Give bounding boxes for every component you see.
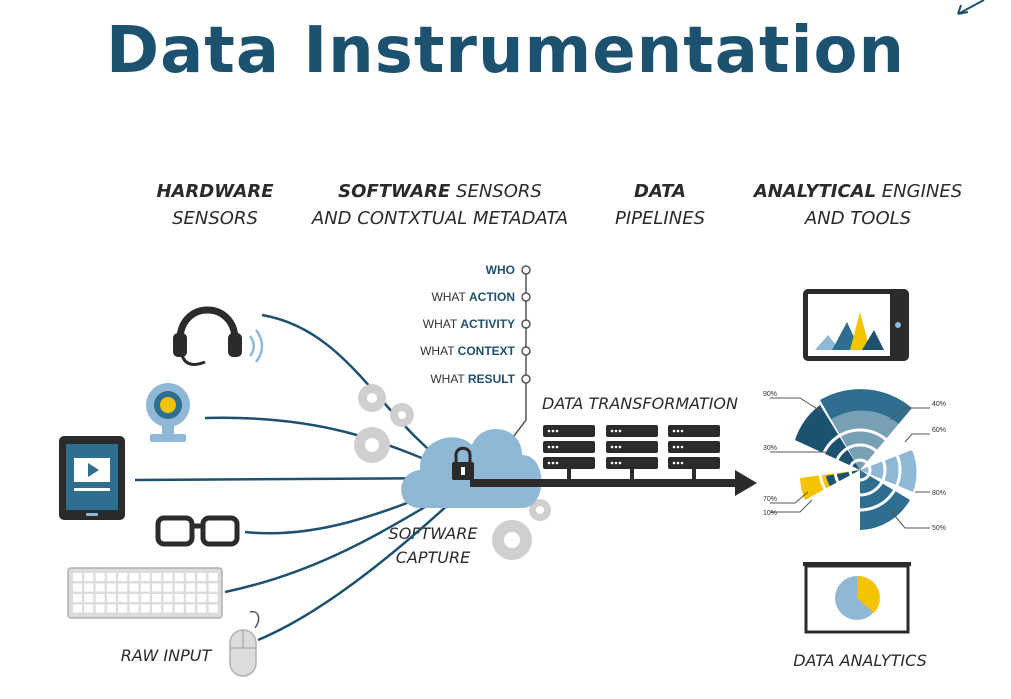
mouse-icon xyxy=(229,610,260,677)
keyboard-key xyxy=(174,594,184,602)
keyboard-key xyxy=(129,583,139,592)
radial-chart-icon xyxy=(770,389,930,530)
keyboard-key xyxy=(186,594,195,602)
keyboard-key xyxy=(118,604,128,613)
keyboard-key xyxy=(152,583,162,592)
radial-label: 50% xyxy=(932,525,946,532)
keyboard-key xyxy=(84,594,94,602)
radial-label: 80% xyxy=(932,490,946,497)
keyboard-key xyxy=(152,604,162,613)
keyboard-key xyxy=(208,573,218,581)
diagram-canvas: 90% 30% 70% 10% 40% 60% 80% 50% xyxy=(59,0,985,677)
radial-label: 30% xyxy=(763,445,777,452)
tablet-icon xyxy=(59,436,125,520)
webcam-icon xyxy=(146,383,190,442)
keyboard-key xyxy=(152,594,162,602)
keyboard-key xyxy=(208,583,218,592)
keyboard-key xyxy=(163,573,173,581)
keyboard-key xyxy=(197,573,207,581)
keyboard-key xyxy=(118,573,128,581)
keyboard-key xyxy=(84,583,94,592)
radial-label: 70% xyxy=(763,496,777,503)
keyboard-key xyxy=(118,583,128,592)
keyboard-key xyxy=(106,573,116,581)
keyboard-key xyxy=(95,594,105,602)
keyboard-key xyxy=(186,604,195,613)
keyboard-key xyxy=(197,583,207,592)
keyboard-key xyxy=(174,604,184,613)
keyboard-key xyxy=(208,594,218,602)
pie-board-icon xyxy=(803,562,911,634)
keyboard-key xyxy=(106,583,116,592)
keyboard-key xyxy=(140,594,150,602)
keyboard-key xyxy=(174,583,184,592)
keyboard-key xyxy=(73,604,82,613)
keyboard-key xyxy=(95,604,105,613)
keyboard-key xyxy=(174,573,184,581)
keyboard-key xyxy=(118,594,128,602)
server-rack-icon xyxy=(543,425,720,481)
keyboard-key xyxy=(140,573,150,581)
keyboard-key xyxy=(95,573,105,581)
keyboard-key xyxy=(129,604,139,613)
radial-label: 10% xyxy=(763,510,777,517)
metadata-connector xyxy=(504,265,531,449)
keyboard-key xyxy=(84,604,94,613)
keyboard-key xyxy=(163,583,173,592)
radial-label: 90% xyxy=(763,391,777,398)
keyboard-key xyxy=(129,594,139,602)
keyboard-key xyxy=(106,604,116,613)
keyboard-key xyxy=(73,583,82,592)
keyboard-key xyxy=(152,573,162,581)
keyboard-key xyxy=(73,573,82,581)
keyboard-key xyxy=(140,583,150,592)
keyboard-key xyxy=(73,594,82,602)
corner-arrow-icon xyxy=(957,0,985,15)
keyboard-key xyxy=(197,594,207,602)
keyboard-key xyxy=(95,583,105,592)
keyboard-key xyxy=(163,604,173,613)
keyboard-key xyxy=(197,604,207,613)
keyboard-key xyxy=(84,573,94,581)
keyboard-key xyxy=(186,583,195,592)
cloud-lock-icon xyxy=(401,428,542,508)
keyboard-key xyxy=(208,604,218,613)
keyboard-key xyxy=(163,594,173,602)
glasses-icon xyxy=(155,515,240,547)
keyboard-key xyxy=(186,573,195,581)
keyboard-icon xyxy=(67,567,223,619)
keyboard-key xyxy=(106,594,116,602)
keyboard-key xyxy=(129,573,139,581)
keyboard-key xyxy=(140,604,150,613)
radial-label: 40% xyxy=(932,401,946,408)
radial-label: 60% xyxy=(932,427,946,434)
headset-icon xyxy=(173,306,264,366)
monitor-chart-icon xyxy=(803,289,909,361)
